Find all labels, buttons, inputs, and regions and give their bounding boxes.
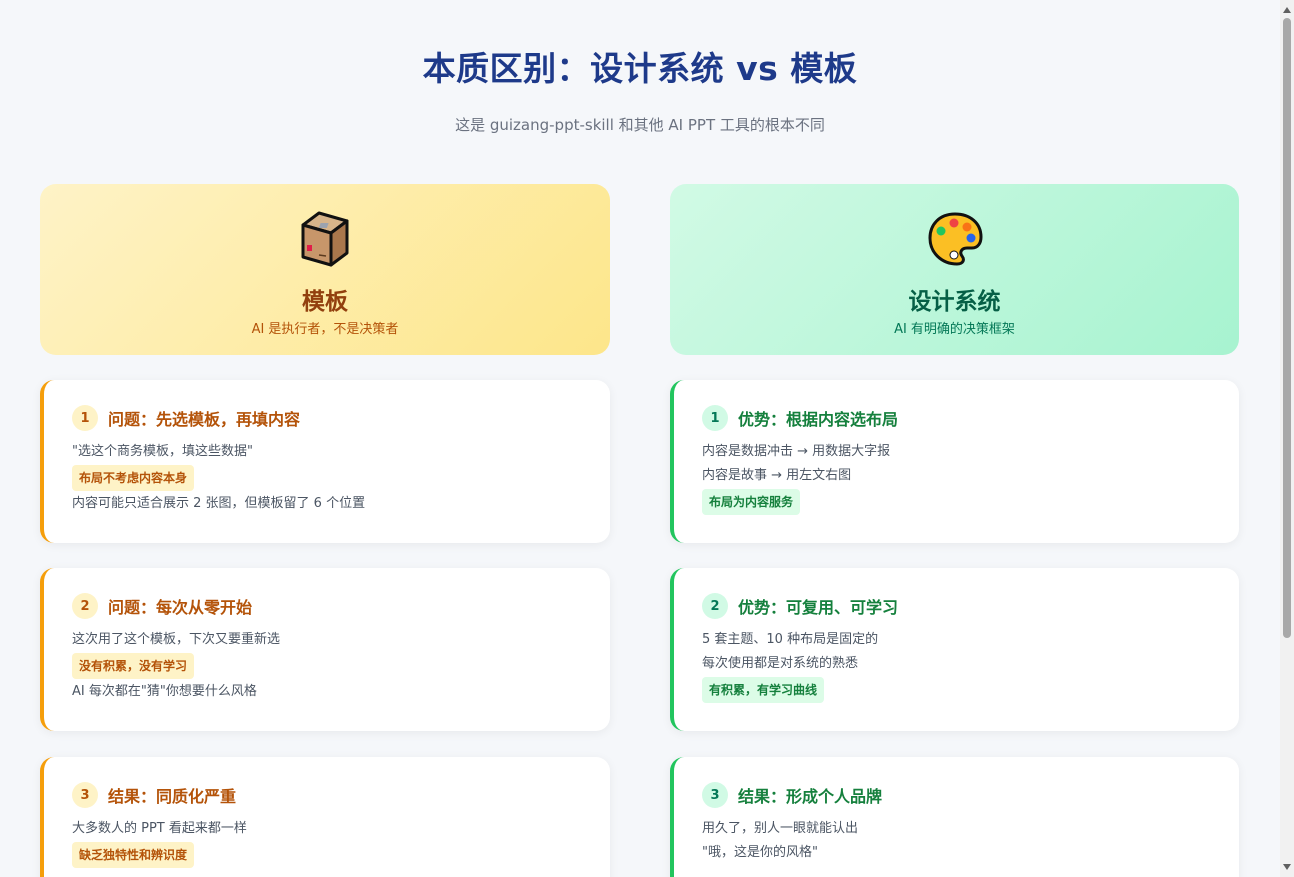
scrollbar-thumb[interactable] (1283, 18, 1291, 638)
template-result-card-3: 3 结果：同质化严重 大多数人的 PPT 看起来都一样 缺乏独特性和辨识度 (40, 757, 610, 877)
design-system-hero-card: 设计系统 AI 有明确的决策框架 (670, 184, 1239, 355)
card-tag: 布局不考虑内容本身 (72, 465, 195, 491)
card-text: AI 每次都在"猜"你想要什么风格 (72, 684, 257, 699)
card-number: 2 (702, 593, 728, 619)
card-text: 内容是故事 → 用左文右图 (702, 468, 852, 483)
vertical-scrollbar[interactable] (1280, 0, 1294, 877)
card-title: 优势：根据内容选布局 (738, 410, 899, 429)
card-tag: 有积累，有学习曲线 (702, 677, 825, 703)
card-text: "哦，这是你的风格" (702, 845, 818, 860)
card-text: "选这个商务模板，填这些数据" (72, 444, 253, 459)
card-tag: 没有积累，没有学习 (72, 653, 195, 679)
page-subtitle: 这是 guizang-ppt-skill 和其他 AI PPT 工具的根本不同 (455, 116, 825, 134)
template-problem-card-2: 2 问题：每次从零开始 这次用了这个模板，下次又要重新选 没有积累，没有学习 A… (40, 568, 610, 731)
artist-palette-icon (670, 211, 1239, 267)
page-title: 本质区别：设计系统 vs 模板 (422, 49, 858, 88)
card-text: 用久了，别人一眼就能认出 (702, 821, 859, 836)
scroll-down-arrow-icon[interactable] (1280, 859, 1294, 875)
design-system-advantage-card-1: 1 优势：根据内容选布局 内容是数据冲击 → 用数据大字报 内容是故事 → 用左… (670, 380, 1239, 543)
card-number: 2 (72, 593, 98, 619)
card-number: 3 (72, 782, 98, 808)
card-title: 问题：每次从零开始 (108, 598, 253, 617)
package-box-icon (40, 211, 610, 267)
page: 本质区别：设计系统 vs 模板 这是 guizang-ppt-skill 和其他… (0, 0, 1280, 877)
card-text: 每次使用都是对系统的熟悉 (702, 656, 859, 671)
scroll-up-arrow-icon[interactable] (1280, 2, 1294, 18)
card-tag: 布局为内容服务 (702, 489, 801, 515)
card-title: 结果：形成个人品牌 (738, 787, 883, 806)
template-problem-card-1: 1 问题：先选模板，再填内容 "选这个商务模板，填这些数据" 布局不考虑内容本身… (40, 380, 610, 543)
template-hero-card: 模板 AI 是执行者，不是决策者 (40, 184, 610, 355)
design-system-advantage-card-2: 2 优势：可复用、可学习 5 套主题、10 种布局是固定的 每次使用都是对系统的… (670, 568, 1239, 731)
card-title: 优势：可复用、可学习 (738, 598, 899, 617)
template-hero-desc: AI 是执行者，不是决策者 (251, 322, 399, 337)
design-system-hero-name: 设计系统 (908, 289, 1001, 315)
card-title: 问题：先选模板，再填内容 (108, 410, 301, 429)
design-system-result-card-3: 3 结果：形成个人品牌 用久了，别人一眼就能认出 "哦，这是你的风格" (670, 757, 1239, 877)
card-title: 结果：同质化严重 (108, 787, 237, 806)
card-text: 大多数人的 PPT 看起来都一样 (72, 821, 247, 836)
card-number: 1 (702, 405, 728, 431)
card-text: 内容可能只适合展示 2 张图，但模板留了 6 个位置 (72, 496, 366, 511)
card-text: 这次用了这个模板，下次又要重新选 (72, 632, 281, 647)
card-number: 1 (72, 405, 98, 431)
card-text: 5 套主题、10 种布局是固定的 (702, 632, 879, 647)
design-system-hero-desc: AI 有明确的决策框架 (894, 322, 1015, 337)
card-number: 3 (702, 782, 728, 808)
card-text: 内容是数据冲击 → 用数据大字报 (702, 444, 891, 459)
template-hero-name: 模板 (302, 289, 348, 315)
card-tag: 缺乏独特性和辨识度 (72, 842, 195, 868)
